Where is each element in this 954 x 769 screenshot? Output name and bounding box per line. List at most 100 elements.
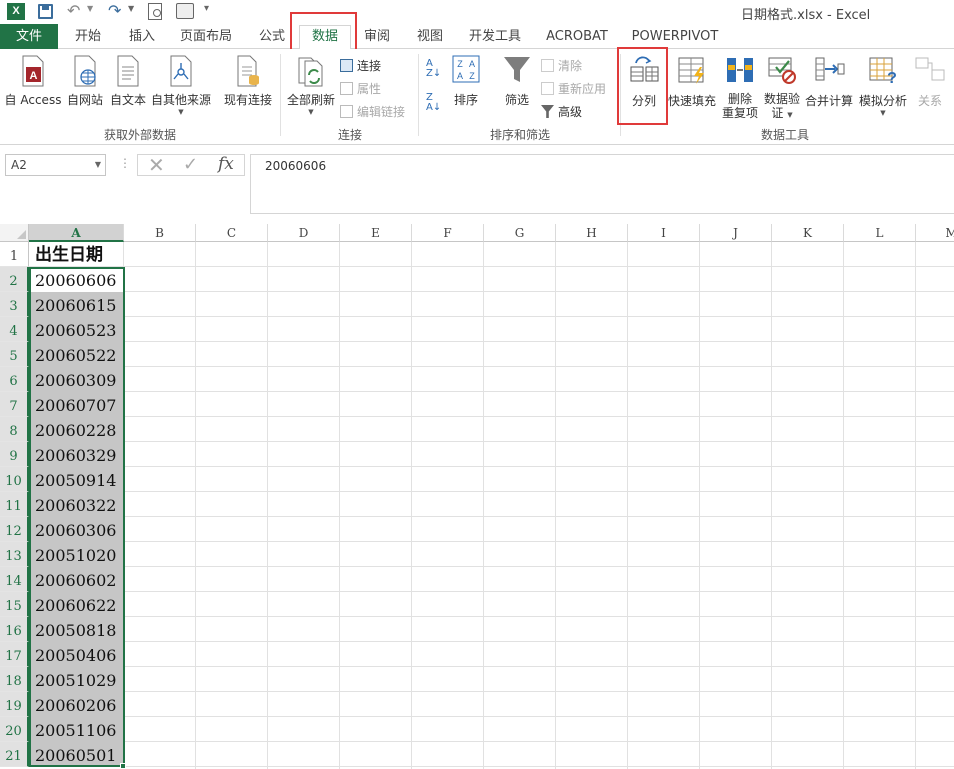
column-header-m[interactable]: M	[916, 224, 954, 242]
print-preview-icon[interactable]	[148, 3, 162, 20]
row-header-13[interactable]: 13	[0, 542, 29, 567]
more-options-icon[interactable]: ⋮	[119, 156, 131, 170]
group-label-connections: 连接	[337, 128, 362, 142]
from-access-button[interactable]: A 自 Access	[3, 55, 63, 108]
clear-filter-icon	[541, 59, 554, 72]
gridline	[29, 541, 954, 542]
from-other-sources-button[interactable]: 自其他来源 ▼	[149, 55, 213, 116]
tab-developer[interactable]: 开发工具	[466, 24, 524, 49]
flash-fill-button[interactable]: 快速填充	[667, 55, 717, 109]
row-header-16[interactable]: 16	[0, 617, 29, 642]
from-web-button[interactable]: 自网站	[64, 55, 106, 108]
row-header-10[interactable]: 10	[0, 467, 29, 492]
gridline	[29, 291, 954, 292]
column-header-e[interactable]: E	[340, 224, 412, 242]
gridline	[29, 316, 954, 317]
column-header-j[interactable]: J	[700, 224, 772, 242]
cancel-icon[interactable]: ✕	[148, 153, 165, 177]
what-if-analysis-button[interactable]: ? 模拟分析 ▼	[857, 55, 909, 117]
fill-handle[interactable]	[120, 763, 126, 769]
chevron-down-icon[interactable]: ▼	[95, 155, 101, 175]
row-header-18[interactable]: 18	[0, 667, 29, 692]
row-header-17[interactable]: 17	[0, 642, 29, 667]
access-db-icon: A	[22, 55, 44, 87]
gridline	[29, 741, 954, 742]
tab-review[interactable]: 审阅	[357, 24, 397, 49]
undo-icon[interactable]: ↶	[67, 1, 80, 20]
group-label-external-data: 获取外部数据	[103, 128, 176, 142]
gridline	[29, 766, 954, 767]
connections-button[interactable]: 连接	[340, 57, 381, 74]
row-header-8[interactable]: 8	[0, 417, 29, 442]
column-header-k[interactable]: K	[772, 224, 844, 242]
column-header-f[interactable]: F	[412, 224, 484, 242]
undo-dropdown-icon[interactable]: ▼	[87, 4, 93, 13]
row-header-6[interactable]: 6	[0, 367, 29, 392]
tab-acrobat[interactable]: ACROBAT	[544, 24, 610, 49]
row-header-7[interactable]: 7	[0, 392, 29, 417]
filter-button[interactable]: 筛选	[500, 55, 534, 108]
column-header-c[interactable]: C	[196, 224, 268, 242]
sort-button[interactable]: ZAAZ 排序	[449, 55, 483, 108]
tab-powerpivot[interactable]: POWERPIVOT	[630, 24, 720, 49]
selection-border	[29, 267, 125, 767]
row-header-15[interactable]: 15	[0, 592, 29, 617]
gridline	[627, 242, 628, 769]
column-header-l[interactable]: L	[844, 224, 916, 242]
connections-icon	[340, 59, 353, 72]
gridline	[267, 242, 268, 769]
consolidate-button[interactable]: 合并计算	[804, 55, 854, 109]
data-validation-button[interactable]: 数据验证 ▼	[762, 55, 802, 122]
save-icon[interactable]	[38, 4, 53, 19]
svg-text:?: ?	[887, 70, 897, 85]
row-header-21[interactable]: 21	[0, 742, 29, 767]
formula-input[interactable]: 20060606	[250, 154, 954, 214]
customize-quick-access-icon[interactable]: ▾	[204, 3, 209, 14]
worksheet-grid[interactable]: A B C D E F G H I J K L M 1 出生日期 2 20060606 3 20060615 4 200…	[0, 224, 954, 769]
row-header-19[interactable]: 19	[0, 692, 29, 717]
row-header-14[interactable]: 14	[0, 567, 29, 592]
tab-view[interactable]: 视图	[410, 24, 450, 49]
row-header-4[interactable]: 4	[0, 317, 29, 342]
column-header-g[interactable]: G	[484, 224, 556, 242]
what-if-icon: ?	[869, 57, 897, 85]
gridline	[29, 341, 954, 342]
row-header-11[interactable]: 11	[0, 492, 29, 517]
sort-ascending-icon[interactable]: A Z↓	[426, 59, 441, 79]
row-header-20[interactable]: 20	[0, 717, 29, 742]
enter-icon[interactable]: ✓	[183, 154, 198, 175]
row-header-1[interactable]: 1	[0, 242, 29, 267]
name-box[interactable]: A2 ▼	[5, 154, 106, 176]
tab-file[interactable]: 文件	[0, 24, 58, 49]
data-validation-icon	[768, 57, 796, 84]
column-header-d[interactable]: D	[268, 224, 340, 242]
row-header-9[interactable]: 9	[0, 442, 29, 467]
remove-duplicates-icon	[727, 58, 753, 82]
row-header-5[interactable]: 5	[0, 342, 29, 367]
tab-page-layout[interactable]: 页面布局	[178, 24, 234, 49]
row-header-12[interactable]: 12	[0, 517, 29, 542]
advanced-filter-icon	[541, 105, 554, 118]
tab-formulas[interactable]: 公式	[252, 24, 292, 49]
column-header-i[interactable]: I	[628, 224, 700, 242]
refresh-all-button[interactable]: 全部刷新 ▼	[284, 55, 338, 116]
insert-function-icon[interactable]: fx	[218, 154, 234, 174]
advanced-filter-button[interactable]: 高级	[541, 103, 582, 120]
row-header-2[interactable]: 2	[0, 267, 29, 292]
from-text-button[interactable]: 自文本	[107, 55, 149, 108]
column-header-a[interactable]: A	[29, 224, 124, 242]
remove-duplicates-button[interactable]: 删除 重复项	[720, 55, 760, 120]
redo-icon[interactable]: ↷	[108, 1, 121, 20]
row-header-3[interactable]: 3	[0, 292, 29, 317]
header-cell-a1[interactable]: 出生日期	[29, 242, 124, 267]
tab-home[interactable]: 开始	[68, 24, 108, 49]
sort-descending-icon[interactable]: Z A↓	[426, 93, 441, 113]
select-all-button[interactable]	[0, 224, 29, 242]
column-header-h[interactable]: H	[556, 224, 628, 242]
tab-insert[interactable]: 插入	[122, 24, 162, 49]
quick-print-icon[interactable]	[176, 3, 194, 19]
redo-dropdown-icon[interactable]: ▼	[128, 4, 134, 13]
column-header-b[interactable]: B	[124, 224, 196, 242]
existing-connections-button[interactable]: 现有连接	[221, 55, 275, 108]
svg-text:Z: Z	[457, 59, 463, 69]
